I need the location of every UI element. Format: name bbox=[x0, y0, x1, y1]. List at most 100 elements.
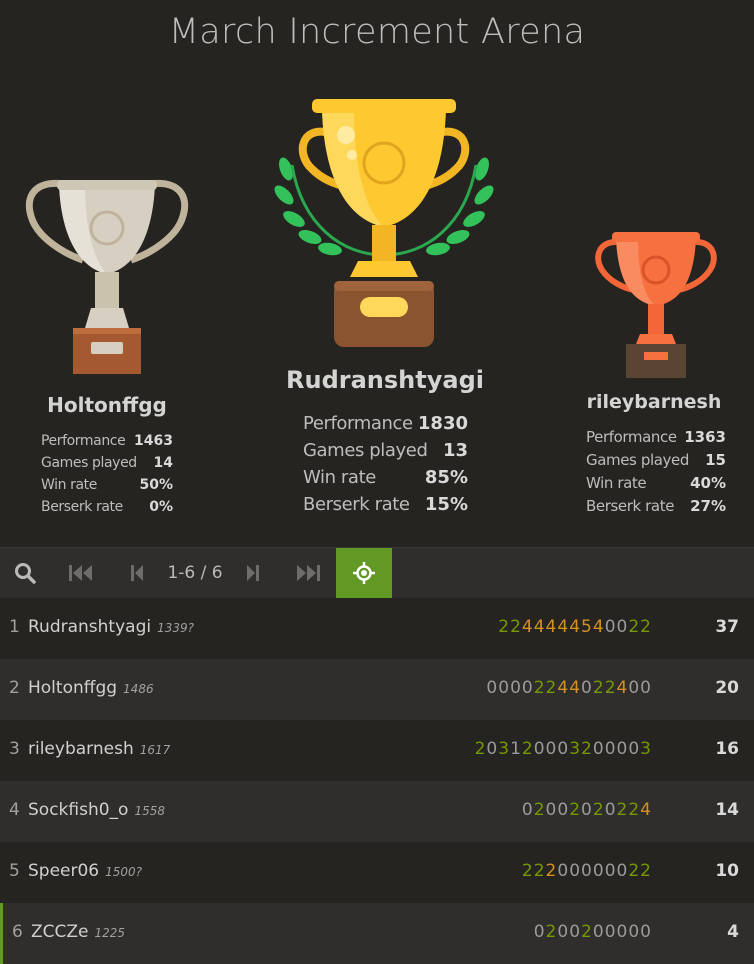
player-link[interactable]: rileybarnesh 1617 bbox=[28, 739, 170, 759]
table-row[interactable]: 2 Holtonffgg 1486 00002244022400 20 bbox=[0, 659, 754, 720]
rank: 5 bbox=[9, 861, 20, 881]
table-row[interactable]: 4 Sockfish0_o 1558 02002020224 14 bbox=[0, 781, 754, 842]
sheet-score: 2 bbox=[569, 800, 582, 820]
stat-row: Win rate 85% bbox=[303, 464, 468, 491]
rank: 3 bbox=[9, 739, 20, 759]
stat-label: Games played bbox=[41, 455, 137, 471]
first-page-button[interactable] bbox=[55, 548, 107, 598]
next-page-button[interactable] bbox=[228, 548, 278, 598]
sheet-score: 0 bbox=[533, 739, 546, 759]
sheet-score: 0 bbox=[592, 739, 605, 759]
search-button[interactable] bbox=[0, 548, 50, 598]
player-name[interactable]: ZCCZe bbox=[31, 922, 89, 942]
podium-third-stats: Performance 1363 Games played 15 Win rate 4… bbox=[586, 426, 726, 518]
next-page-icon bbox=[247, 565, 259, 581]
sheet-score: 0 bbox=[616, 617, 629, 637]
sheet-score: 4 bbox=[569, 678, 582, 698]
sheet-score: 2 bbox=[581, 739, 593, 759]
focus-me-button[interactable] bbox=[336, 548, 392, 598]
player-link[interactable]: Rudranshtyagi 1339? bbox=[28, 617, 194, 637]
sheet-score: 4 bbox=[533, 617, 546, 637]
player-link[interactable]: Sockfish0_o 1558 bbox=[28, 800, 165, 820]
sheet-score: 1 bbox=[510, 739, 522, 759]
sheet-score: 2 bbox=[640, 617, 652, 637]
stat-label: Games played bbox=[586, 451, 689, 469]
stat-label: Berserk rate bbox=[303, 494, 410, 515]
sheet-score: 0 bbox=[604, 922, 617, 942]
sheet-score: 0 bbox=[616, 861, 629, 881]
total-score: 10 bbox=[715, 861, 739, 881]
sheet-score: 5 bbox=[581, 617, 593, 637]
table-row[interactable]: 3 rileybarnesh 1617 203120003200003 16 bbox=[0, 720, 754, 781]
sheet-score: 4 bbox=[616, 678, 629, 698]
table-row[interactable]: 1 Rudranshtyagi 1339? 2244444540022 37 bbox=[0, 598, 754, 659]
table-row-current-user[interactable]: 6 ZCCZe 1225 0200200000 4 bbox=[0, 903, 754, 964]
player-rating: 1486 bbox=[123, 682, 154, 696]
sheet-score: 2 bbox=[628, 861, 641, 881]
last-page-button[interactable] bbox=[282, 548, 334, 598]
player-name[interactable]: Holtonffgg bbox=[28, 678, 117, 698]
stat-value: 14 bbox=[153, 455, 173, 471]
sheet-score: 2 bbox=[616, 800, 629, 820]
total-score: 16 bbox=[715, 739, 739, 759]
player-rating: 1225 bbox=[94, 926, 126, 940]
search-icon bbox=[15, 563, 36, 584]
stat-label: Games played bbox=[303, 440, 428, 461]
stat-value: 40% bbox=[690, 474, 726, 492]
stat-row: Games played 15 bbox=[586, 449, 726, 472]
sheet-score: 4 bbox=[569, 617, 582, 637]
sheet-score: 2 bbox=[510, 617, 522, 637]
gold-trophy-icon bbox=[274, 99, 494, 347]
stat-row: Win rate 50% bbox=[41, 474, 173, 496]
sheet-score: 2 bbox=[545, 922, 558, 942]
total-score: 20 bbox=[715, 678, 739, 698]
sheet-score: 0 bbox=[592, 861, 605, 881]
sheet-score: 4 bbox=[640, 800, 652, 820]
table-row[interactable]: 5 Speer06 1500? 22200000022 10 bbox=[0, 842, 754, 903]
sheet-score: 0 bbox=[569, 922, 582, 942]
sheet-score: 0 bbox=[521, 678, 534, 698]
stat-value: 27% bbox=[690, 497, 726, 515]
stat-value: 15% bbox=[424, 494, 468, 515]
sheet-score: 2 bbox=[628, 617, 641, 637]
player-name[interactable]: Sockfish0_o bbox=[28, 800, 128, 820]
stat-row: Berserk rate 27% bbox=[586, 495, 726, 518]
player-link[interactable]: Speer06 1500? bbox=[28, 861, 142, 881]
total-score: 37 bbox=[715, 617, 739, 637]
score-sheet: 2244444540022 bbox=[498, 617, 652, 637]
stat-value: 0% bbox=[149, 499, 173, 515]
player-name[interactable]: Rudranshtyagi bbox=[28, 617, 151, 637]
sheet-score: 2 bbox=[604, 678, 617, 698]
player-link[interactable]: ZCCZe 1225 bbox=[31, 922, 125, 942]
sheet-score: 4 bbox=[545, 617, 558, 637]
player-link[interactable]: Holtonffgg 1486 bbox=[28, 678, 154, 698]
podium-second-name[interactable]: Holtonffgg bbox=[0, 393, 214, 417]
rank: 1 bbox=[9, 617, 20, 637]
silver-trophy-icon bbox=[25, 179, 189, 374]
prev-page-button[interactable] bbox=[112, 548, 162, 598]
sheet-score: 2 bbox=[581, 922, 593, 942]
sheet-score: 0 bbox=[604, 739, 617, 759]
sheet-score: 4 bbox=[521, 617, 534, 637]
podium-first-name[interactable]: Rudranshtyagi bbox=[200, 366, 570, 394]
sheet-score: 0 bbox=[628, 922, 641, 942]
score-sheet: 0200200000 bbox=[534, 922, 652, 942]
sheet-score: 0 bbox=[581, 800, 593, 820]
sheet-score: 2 bbox=[521, 861, 534, 881]
stat-label: Win rate bbox=[586, 474, 647, 492]
sheet-score: 0 bbox=[592, 922, 605, 942]
stat-row: Performance 1463 bbox=[41, 430, 173, 452]
podium-third-name[interactable]: rileybarnesh bbox=[560, 391, 748, 413]
sheet-score: 2 bbox=[533, 861, 546, 881]
total-score: 4 bbox=[727, 922, 739, 942]
sheet-score: 2 bbox=[533, 800, 546, 820]
sheet-score: 2 bbox=[592, 678, 605, 698]
stat-row: Performance 1830 bbox=[303, 410, 468, 437]
sheet-score: 4 bbox=[557, 678, 570, 698]
player-name[interactable]: Speer06 bbox=[28, 861, 99, 881]
sheet-score: 4 bbox=[592, 617, 605, 637]
prev-page-icon bbox=[131, 565, 143, 581]
stat-label: Performance bbox=[303, 413, 413, 434]
sheet-score: 3 bbox=[640, 739, 652, 759]
player-name[interactable]: rileybarnesh bbox=[28, 739, 134, 759]
